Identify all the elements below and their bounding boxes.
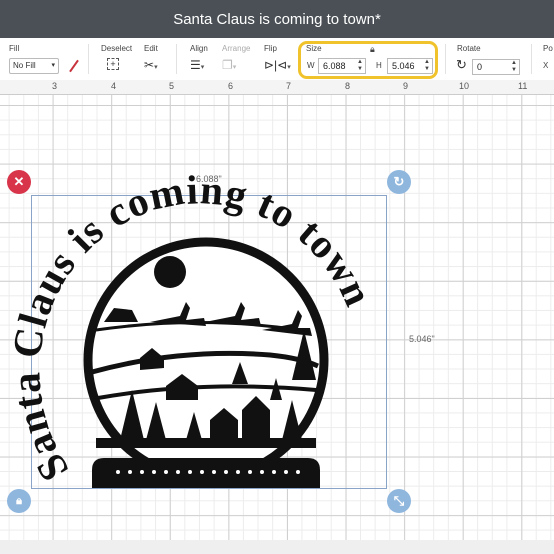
rotate-icon: ↻ (393, 174, 405, 189)
lock-handle[interactable]: 🔒︎ (7, 489, 31, 513)
delete-handle[interactable]: ✕ (7, 170, 31, 194)
resize-handle[interactable]: ⤡ (387, 489, 411, 513)
rotate-handle[interactable]: ↻ (387, 170, 411, 194)
snow-globe-icon (83, 237, 329, 488)
resize-diagonal-icon: ⤡ (393, 493, 405, 508)
lock-icon: 🔒︎ (16, 494, 22, 507)
close-icon: ✕ (13, 174, 25, 189)
snow-globe-design[interactable]: Santa Claus is coming to town (0, 0, 554, 554)
